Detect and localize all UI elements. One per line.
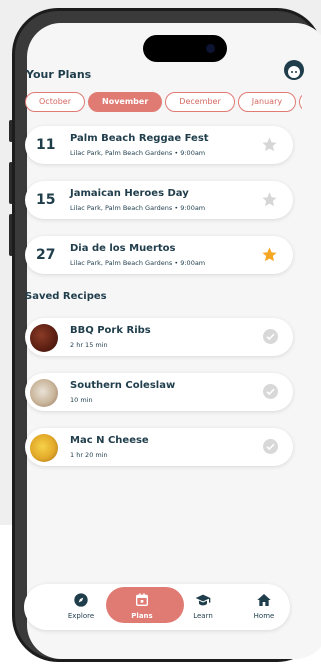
month-chip-february[interactable]: Fe [299,92,302,112]
avatar-eye-right [295,71,297,73]
home-icon [257,594,271,606]
month-chip-december[interactable]: December [165,92,235,112]
ribs-photo [30,324,58,352]
recipe-time: 10 min [70,396,93,404]
event-card[interactable]: 27 Dia de los Muertos Lilac Park, Palm B… [25,236,293,274]
saved-recipes-heading: Saved Recipes [25,291,107,302]
avatar-face [288,66,300,78]
graduation-cap-icon [195,594,211,606]
event-location: Lilac Park, Palm Beach Gardens • 9:00am [70,204,206,212]
event-card[interactable]: 15 Jamaican Heroes Day Lilac Park, Palm … [25,181,293,219]
star-icon[interactable] [261,246,278,263]
page-title: Your Plans [26,68,92,81]
check-icon[interactable] [263,329,278,344]
event-location: Lilac Park, Palm Beach Gardens • 9:00am [70,259,206,267]
check-icon[interactable] [263,384,278,399]
camera-dot [206,44,215,53]
star-icon[interactable] [261,191,278,208]
star-icon[interactable] [261,136,278,153]
plans-header: Your Plans [26,60,311,88]
tab-label: Home [253,612,275,620]
event-title: Palm Beach Reggae Fest [70,133,209,144]
recipe-name: BBQ Pork Ribs [70,325,151,336]
event-day: 11 [36,137,56,153]
calendar-icon [136,593,148,606]
tab-plans[interactable]: Plans [106,584,184,630]
user-avatar-icon[interactable] [284,60,304,80]
month-filter: OctoberNovemberDecemberJanuaryFe [25,92,302,112]
recipe-time: 2 hr 15 min [70,341,108,349]
tab-label: Explore [67,612,95,620]
event-day: 15 [36,192,56,208]
recipe-name: Southern Coleslaw [70,380,176,391]
month-chip-january[interactable]: January [237,92,297,112]
tab-label: Plans [131,612,153,620]
event-title: Dia de los Muertos [70,243,176,254]
event-title: Jamaican Heroes Day [70,188,189,199]
recipe-card[interactable]: BBQ Pork Ribs 2 hr 15 min [25,318,293,356]
recipe-card[interactable]: Southern Coleslaw 10 min [25,373,293,411]
event-location: Lilac Park, Palm Beach Gardens • 9:00am [70,149,206,157]
tab-learn[interactable]: Learn [173,584,233,630]
tab-explore[interactable]: Explore [51,584,111,630]
recipe-name: Mac N Cheese [70,435,149,446]
bottom-tab-bar: Explore Plans Learn Home [24,584,290,630]
event-day: 27 [36,247,56,263]
mac-cheese-photo [30,434,58,462]
tab-label: Learn [193,612,213,620]
dynamic-island [143,35,227,62]
coleslaw-photo [30,379,58,407]
tab-home[interactable]: Home [234,584,294,630]
recipe-time: 1 hr 20 min [70,451,108,459]
compass-icon [74,593,88,607]
month-chip-november[interactable]: November [88,92,163,112]
avatar-eye-left [291,71,293,73]
event-card[interactable]: 11 Palm Beach Reggae Fest Lilac Park, Pa… [25,126,293,164]
recipe-card[interactable]: Mac N Cheese 1 hr 20 min [25,428,293,466]
check-icon[interactable] [263,439,278,454]
month-chip-october[interactable]: October [25,92,86,112]
